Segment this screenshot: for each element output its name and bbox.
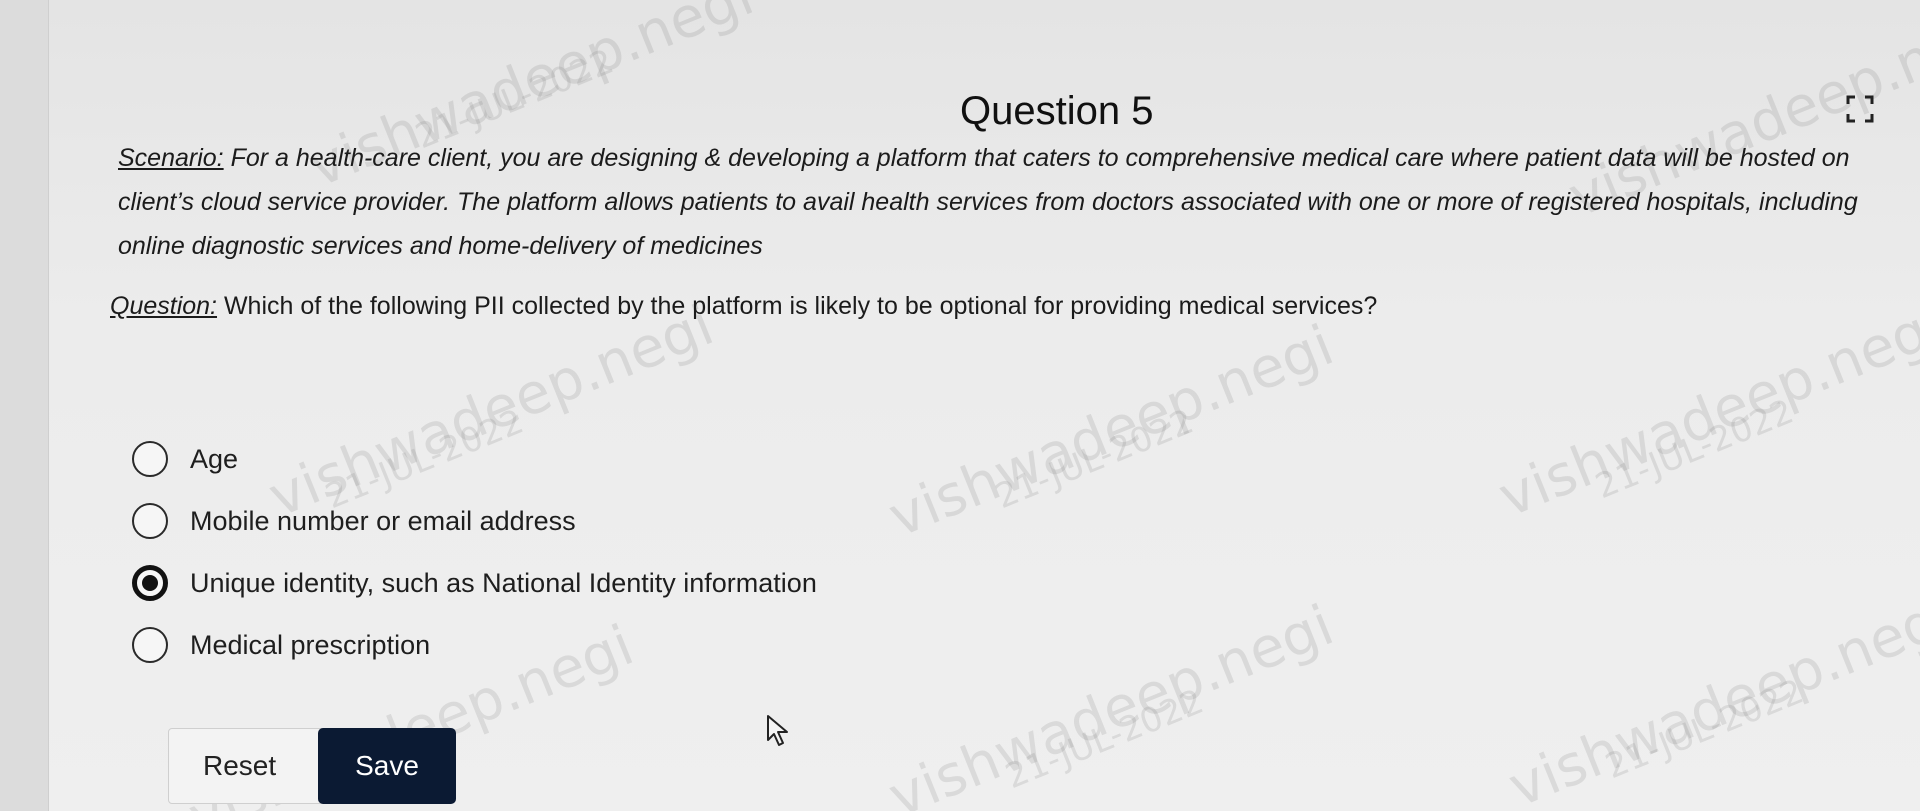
option-age[interactable]: Age xyxy=(132,428,817,490)
option-label: Age xyxy=(190,443,239,474)
left-panel-edge xyxy=(0,0,49,811)
option-label: Unique identity, such as National Identi… xyxy=(190,567,817,598)
answer-options: Age Mobile number or email address Uniqu… xyxy=(132,428,817,676)
watermark: 21-JUL-2022 xyxy=(990,401,1200,518)
watermark: 21-JUL-2022 xyxy=(1590,391,1800,508)
option-mobile-or-email[interactable]: Mobile number or email address xyxy=(132,490,817,552)
watermark: 21-JUL-2022 xyxy=(1600,671,1810,788)
watermark: vishwadeep.negi xyxy=(880,313,1343,551)
scenario-label: Scenario: xyxy=(118,144,224,172)
radio-button-selected[interactable] xyxy=(132,565,168,601)
expand-icon[interactable] xyxy=(1846,95,1874,123)
save-button[interactable]: Save xyxy=(318,728,456,804)
radio-button[interactable] xyxy=(132,503,168,539)
action-buttons: Reset Save xyxy=(168,728,456,804)
option-unique-identity[interactable]: Unique identity, such as National Identi… xyxy=(132,552,817,614)
option-medical-prescription[interactable]: Medical prescription xyxy=(132,614,817,676)
watermark: vishwadeep.negi xyxy=(880,593,1343,811)
question-heading: Question 5 xyxy=(960,88,1154,133)
mouse-pointer-icon xyxy=(766,714,794,748)
scenario-body: For a health-care client, you are design… xyxy=(118,144,1858,260)
watermark: vishwadeep.negi xyxy=(1500,583,1920,811)
scenario-text: Scenario: For a health-care client, you … xyxy=(118,136,1878,268)
option-label: Medical prescription xyxy=(190,629,431,660)
option-label: Mobile number or email address xyxy=(190,505,576,536)
question-prompt: Question: Which of the following PII col… xyxy=(110,288,1870,324)
quiz-page: vishwadeep.negi 21-JUL-2022 vishwadeep.n… xyxy=(0,0,1920,811)
question-label: Question: xyxy=(110,292,218,320)
watermark: vishwadeep.negi xyxy=(1490,293,1920,531)
radio-button[interactable] xyxy=(132,627,168,663)
watermark: 21-JUL-2022 xyxy=(1000,681,1210,798)
radio-button[interactable] xyxy=(132,441,168,477)
question-body: Which of the following PII collected by … xyxy=(217,292,1378,320)
